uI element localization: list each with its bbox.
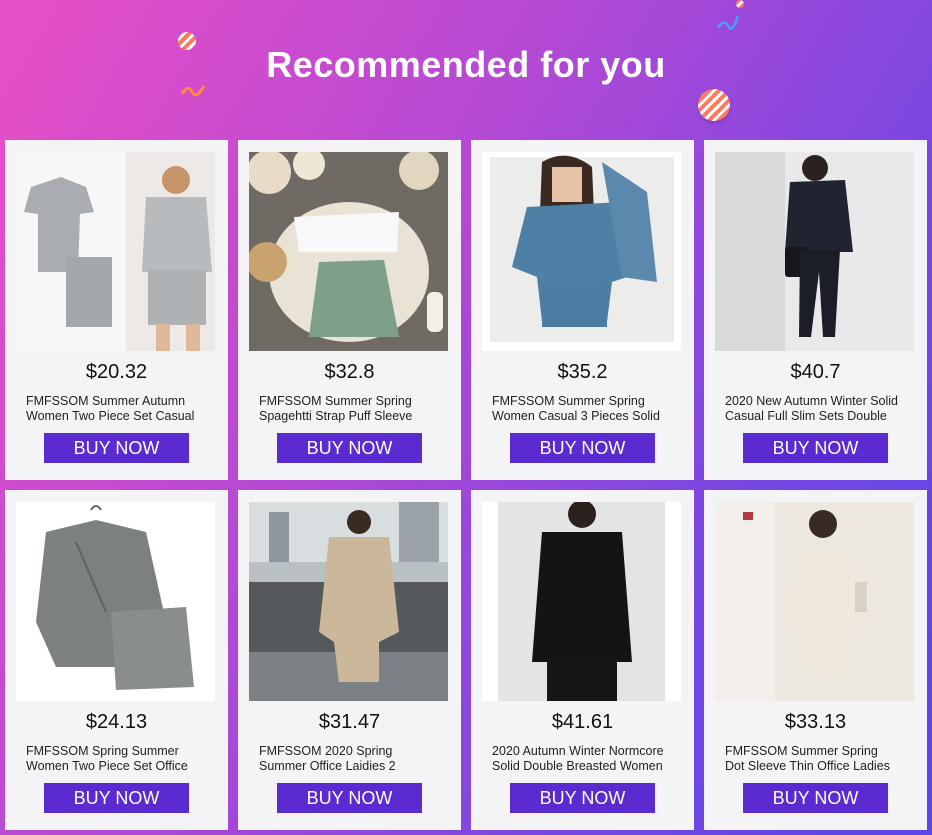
buy-now-button[interactable]: BUY NOW (44, 783, 189, 813)
product-name[interactable]: 2020 New Autumn Winter Solid Casual Full… (725, 394, 909, 424)
product-name[interactable]: FMFSSOM Summer Spring Spagehtti Strap Pu… (259, 394, 443, 424)
product-name[interactable]: 2020 Autumn Winter Normcore Solid Double… (492, 744, 676, 774)
buy-now-button[interactable]: BUY NOW (743, 433, 888, 463)
product-card[interactable]: $24.13 FMFSSOM Spring Summer Women Two P… (5, 490, 228, 830)
product-card[interactable]: $40.7 2020 New Autumn Winter Solid Casua… (704, 140, 927, 480)
product-name[interactable]: FMFSSOM Summer Spring Dot Sleeve Thin Of… (725, 744, 909, 774)
buy-now-button[interactable]: BUY NOW (510, 433, 655, 463)
product-grid: $20.32 FMFSSOM Summer Autumn Women Two P… (5, 140, 927, 830)
product-price: $24.13 (85, 711, 148, 733)
product-price: $40.7 (790, 361, 841, 383)
product-name[interactable]: FMFSSOM Spring Summer Women Two Piece Se… (26, 744, 210, 774)
product-image[interactable] (16, 152, 215, 351)
product-image[interactable] (482, 152, 681, 351)
product-name[interactable]: FMFSSOM Summer Autumn Women Two Piece Se… (26, 394, 210, 424)
page-title: Recommended for you (266, 44, 666, 85)
striped-ball-decoration (698, 89, 730, 121)
striped-ball-decoration (736, 0, 744, 8)
product-image[interactable] (482, 502, 681, 701)
product-image[interactable] (715, 152, 914, 351)
product-price: $33.13 (784, 711, 847, 733)
product-card[interactable]: $33.13 FMFSSOM Summer Spring Dot Sleeve … (704, 490, 927, 830)
product-price: $20.32 (85, 361, 148, 383)
product-name[interactable]: FMFSSOM Summer Spring Women Casual 3 Pie… (492, 394, 676, 424)
product-name[interactable]: FMFSSOM 2020 Spring Summer Office Laidie… (259, 744, 443, 774)
buy-now-button[interactable]: BUY NOW (44, 433, 189, 463)
buy-now-button[interactable]: BUY NOW (510, 783, 655, 813)
product-image[interactable] (16, 502, 215, 701)
ribbon-decoration (716, 15, 740, 30)
product-image[interactable] (249, 152, 448, 351)
product-price: $41.61 (551, 711, 614, 733)
product-image[interactable] (715, 502, 914, 701)
product-price: $32.8 (324, 361, 375, 383)
buy-now-button[interactable]: BUY NOW (277, 783, 422, 813)
product-card[interactable]: $41.61 2020 Autumn Winter Normcore Solid… (471, 490, 694, 830)
product-card[interactable]: $20.32 FMFSSOM Summer Autumn Women Two P… (5, 140, 228, 480)
product-card[interactable]: $35.2 FMFSSOM Summer Spring Women Casual… (471, 140, 694, 480)
buy-now-button[interactable]: BUY NOW (743, 783, 888, 813)
recommendation-banner: Recommended for you $20.32 FMFSSOM Summe… (0, 0, 932, 835)
product-image[interactable] (249, 502, 448, 701)
buy-now-button[interactable]: BUY NOW (277, 433, 422, 463)
product-price: $31.47 (318, 711, 381, 733)
product-card[interactable]: $31.47 FMFSSOM 2020 Spring Summer Office… (238, 490, 461, 830)
product-price: $35.2 (557, 361, 608, 383)
product-card[interactable]: $32.8 FMFSSOM Summer Spring Spagehtti St… (238, 140, 461, 480)
